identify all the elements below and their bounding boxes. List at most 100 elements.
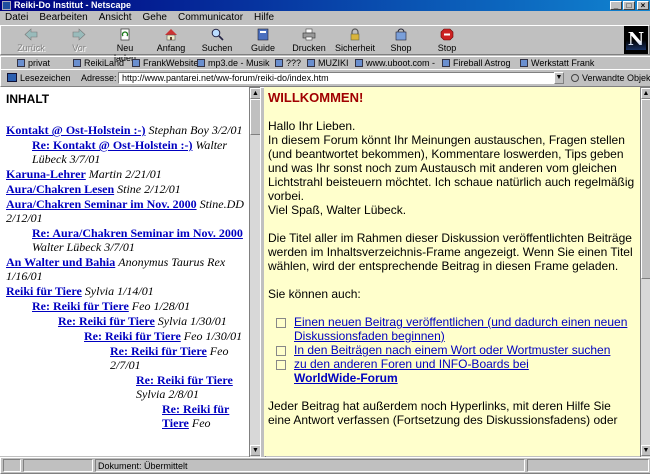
thread-title-link[interactable]: Aura/Chakren Lesen (6, 182, 114, 196)
thread-meta: Sylvia 1/30/01 (157, 314, 227, 328)
guide-icon (257, 28, 269, 41)
search-posts-link[interactable]: In den Beiträgen nach einem Wort oder Wo… (294, 343, 610, 357)
worldwide-forum-link[interactable]: WorldWide-Forum (294, 371, 398, 385)
link-frankwebsite[interactable]: FrankWebsite (132, 57, 198, 69)
thread-title-link[interactable]: Karuna-Lehrer (6, 167, 86, 181)
thread-title-link[interactable]: Reiki für Tiere (6, 284, 82, 298)
thread-meta: Sylvia 1/14/01 (84, 284, 154, 298)
home-button[interactable]: Anfang (151, 28, 191, 54)
related-icon (571, 74, 579, 82)
thread-title-link[interactable]: Re: Reiki für Tiere (136, 373, 233, 387)
thread-meta: Feo (191, 416, 211, 430)
menu-datei[interactable]: Datei (5, 12, 28, 23)
maximize-button[interactable]: □ (623, 1, 635, 10)
thread-meta: Sylvia 2/8/01 (136, 387, 199, 401)
checkbox-icon (276, 318, 286, 328)
bookmark-icon (275, 59, 283, 67)
scroll-thumb[interactable] (641, 99, 650, 279)
thread-title-link[interactable]: Re: Reiki für Tiere (110, 344, 207, 358)
address-dropdown-button[interactable]: ▼ (554, 72, 564, 84)
back-button[interactable]: Zurück (11, 28, 51, 54)
thread-title-link[interactable]: Re: Reiki für Tiere (32, 299, 129, 313)
thread-title-link[interactable]: An Walter und Bahia (6, 255, 115, 269)
thread-entry: Reiki für Tiere Sylvia 1/14/01 (6, 284, 250, 298)
forward-button[interactable]: Vor (59, 28, 99, 54)
option-new-post: Einen neuen Beitrag veröffentlichen (und… (268, 315, 636, 343)
link-unknown[interactable]: ??? (275, 57, 301, 69)
new-post-link[interactable]: Einen neuen Beitrag veröffentlichen (und… (294, 315, 627, 343)
thread-meta: Martin 2/21/01 (88, 167, 162, 181)
thread-title-link[interactable]: Aura/Chakren Seminar im Nov. 2000 (6, 197, 197, 211)
thread-meta: Stephan Boy 3/2/01 (148, 123, 243, 137)
thread-entry: Re: Reiki für Tiere Feo (162, 402, 250, 430)
address-label: Adresse: (81, 73, 117, 83)
window-title: Reiki-Do Institut - Netscape (14, 0, 132, 10)
contents-frame: INHALT Kontakt @ Ost-Holstein :-) Stepha… (0, 87, 260, 456)
related-button[interactable]: Verwandte Objek (571, 70, 650, 86)
thread-title-link[interactable]: Re: Reiki für Tiere (84, 329, 181, 343)
right-scrollbar[interactable]: ▲ ▼ (640, 87, 650, 458)
link-muziki[interactable]: MUZIKI (307, 57, 349, 69)
link-fireball[interactable]: Fireball Astrog (442, 57, 511, 69)
menu-communicator[interactable]: Communicator (178, 12, 243, 23)
location-toolbar: Lesezeichen Adresse: http://www.pantarei… (0, 69, 650, 87)
thread-title-link[interactable]: Re: Aura/Chakren Seminar im Nov. 2000 (32, 226, 243, 240)
bookmark-icon (73, 59, 81, 67)
options-intro: Sie können auch: (268, 287, 361, 301)
bookmark-icon (307, 59, 315, 67)
security-button[interactable]: Sicherheit (335, 28, 375, 54)
thread-entry: Karuna-Lehrer Martin 2/21/01 (6, 167, 250, 181)
guide-button[interactable]: Guide (243, 28, 283, 54)
print-button[interactable]: Drucken (289, 28, 329, 54)
other-forums-link[interactable]: zu den anderen Foren und INFO-Boards bei (294, 357, 529, 371)
menu-hilfe[interactable]: Hilfe (254, 12, 274, 23)
link-uboot[interactable]: www.uboot.com - (355, 57, 435, 69)
navigation-toolbar: Zurück Vor Neu laden Anfang Suchen Guide… (0, 25, 650, 63)
link-privat[interactable]: privat (17, 57, 50, 69)
shop-icon (395, 28, 407, 41)
bookmarks-button[interactable]: Lesezeichen (7, 70, 71, 86)
thread-entry: Re: Reiki für Tiere Sylvia 1/30/01 (58, 314, 250, 328)
menu-bearbeiten[interactable]: Bearbeiten (39, 12, 87, 23)
back-arrow-icon (24, 28, 38, 41)
arrow-down-icon: ▼ (642, 447, 650, 454)
menu-ansicht[interactable]: Ansicht (99, 12, 132, 23)
link-mp3-musik[interactable]: mp3.de - Musik (197, 57, 270, 69)
minimize-button[interactable]: _ (610, 1, 622, 10)
stop-button[interactable]: Stop (427, 28, 467, 54)
titles-paragraph: Die Titel aller im Rahmen dieser Diskuss… (268, 231, 633, 273)
bookmark-icon (442, 59, 450, 67)
security-lock-icon (350, 28, 360, 41)
address-input[interactable]: http://www.pantarei.net/ww-forum/reiki-d… (118, 72, 555, 84)
netscape-app-icon (2, 1, 11, 10)
bookmark-icon (17, 59, 25, 67)
print-icon (302, 28, 316, 41)
bookmark-icon (355, 59, 363, 67)
scroll-up-button[interactable]: ▲ (641, 88, 650, 99)
link-reikiland[interactable]: ReikiLand (73, 57, 124, 69)
thread-title-link[interactable]: Kontakt @ Ost-Holstein :-) (6, 123, 146, 137)
thread-entry: Aura/Chakren Seminar im Nov. 2000 Stine.… (6, 197, 250, 225)
option-search: In den Beiträgen nach einem Wort oder Wo… (268, 343, 636, 357)
close-button[interactable]: × (637, 1, 649, 10)
thread-title-link[interactable]: Re: Reiki für Tiere (58, 314, 155, 328)
chevron-down-icon: ▼ (555, 74, 563, 81)
link-werkstatt-frank[interactable]: Werkstatt Frank (520, 57, 594, 69)
arrow-up-icon: ▲ (252, 90, 259, 97)
status-text: Dokument: Übermittelt (95, 459, 525, 472)
reload-button[interactable]: Neu laden (105, 28, 145, 63)
title-bar: Reiki-Do Institut - Netscape _ □ × (0, 0, 650, 11)
menu-gehe[interactable]: Gehe (143, 12, 167, 23)
contents-heading: INHALT (6, 92, 50, 106)
thread-title-link[interactable]: Re: Kontakt @ Ost-Holstein :-) (32, 138, 192, 152)
thread-entry: An Walter und Bahia Anonymus Taurus Rex … (6, 255, 250, 283)
scroll-down-button[interactable]: ▼ (641, 445, 650, 456)
menu-bar: Datei Bearbeiten Ansicht Gehe Communicator Hi… (0, 11, 650, 24)
intro-paragraph: Hallo Ihr Lieben. In diesem Forum könnt … (268, 119, 635, 217)
arrow-up-icon: ▲ (642, 90, 650, 97)
bookmark-icon (132, 59, 140, 67)
search-button[interactable]: Suchen (197, 28, 237, 54)
shop-button[interactable]: Shop (381, 28, 421, 54)
reload-icon (120, 28, 130, 41)
personal-toolbar: privat ReikiLand FrankWebsite mp3.de - M… (0, 56, 650, 70)
